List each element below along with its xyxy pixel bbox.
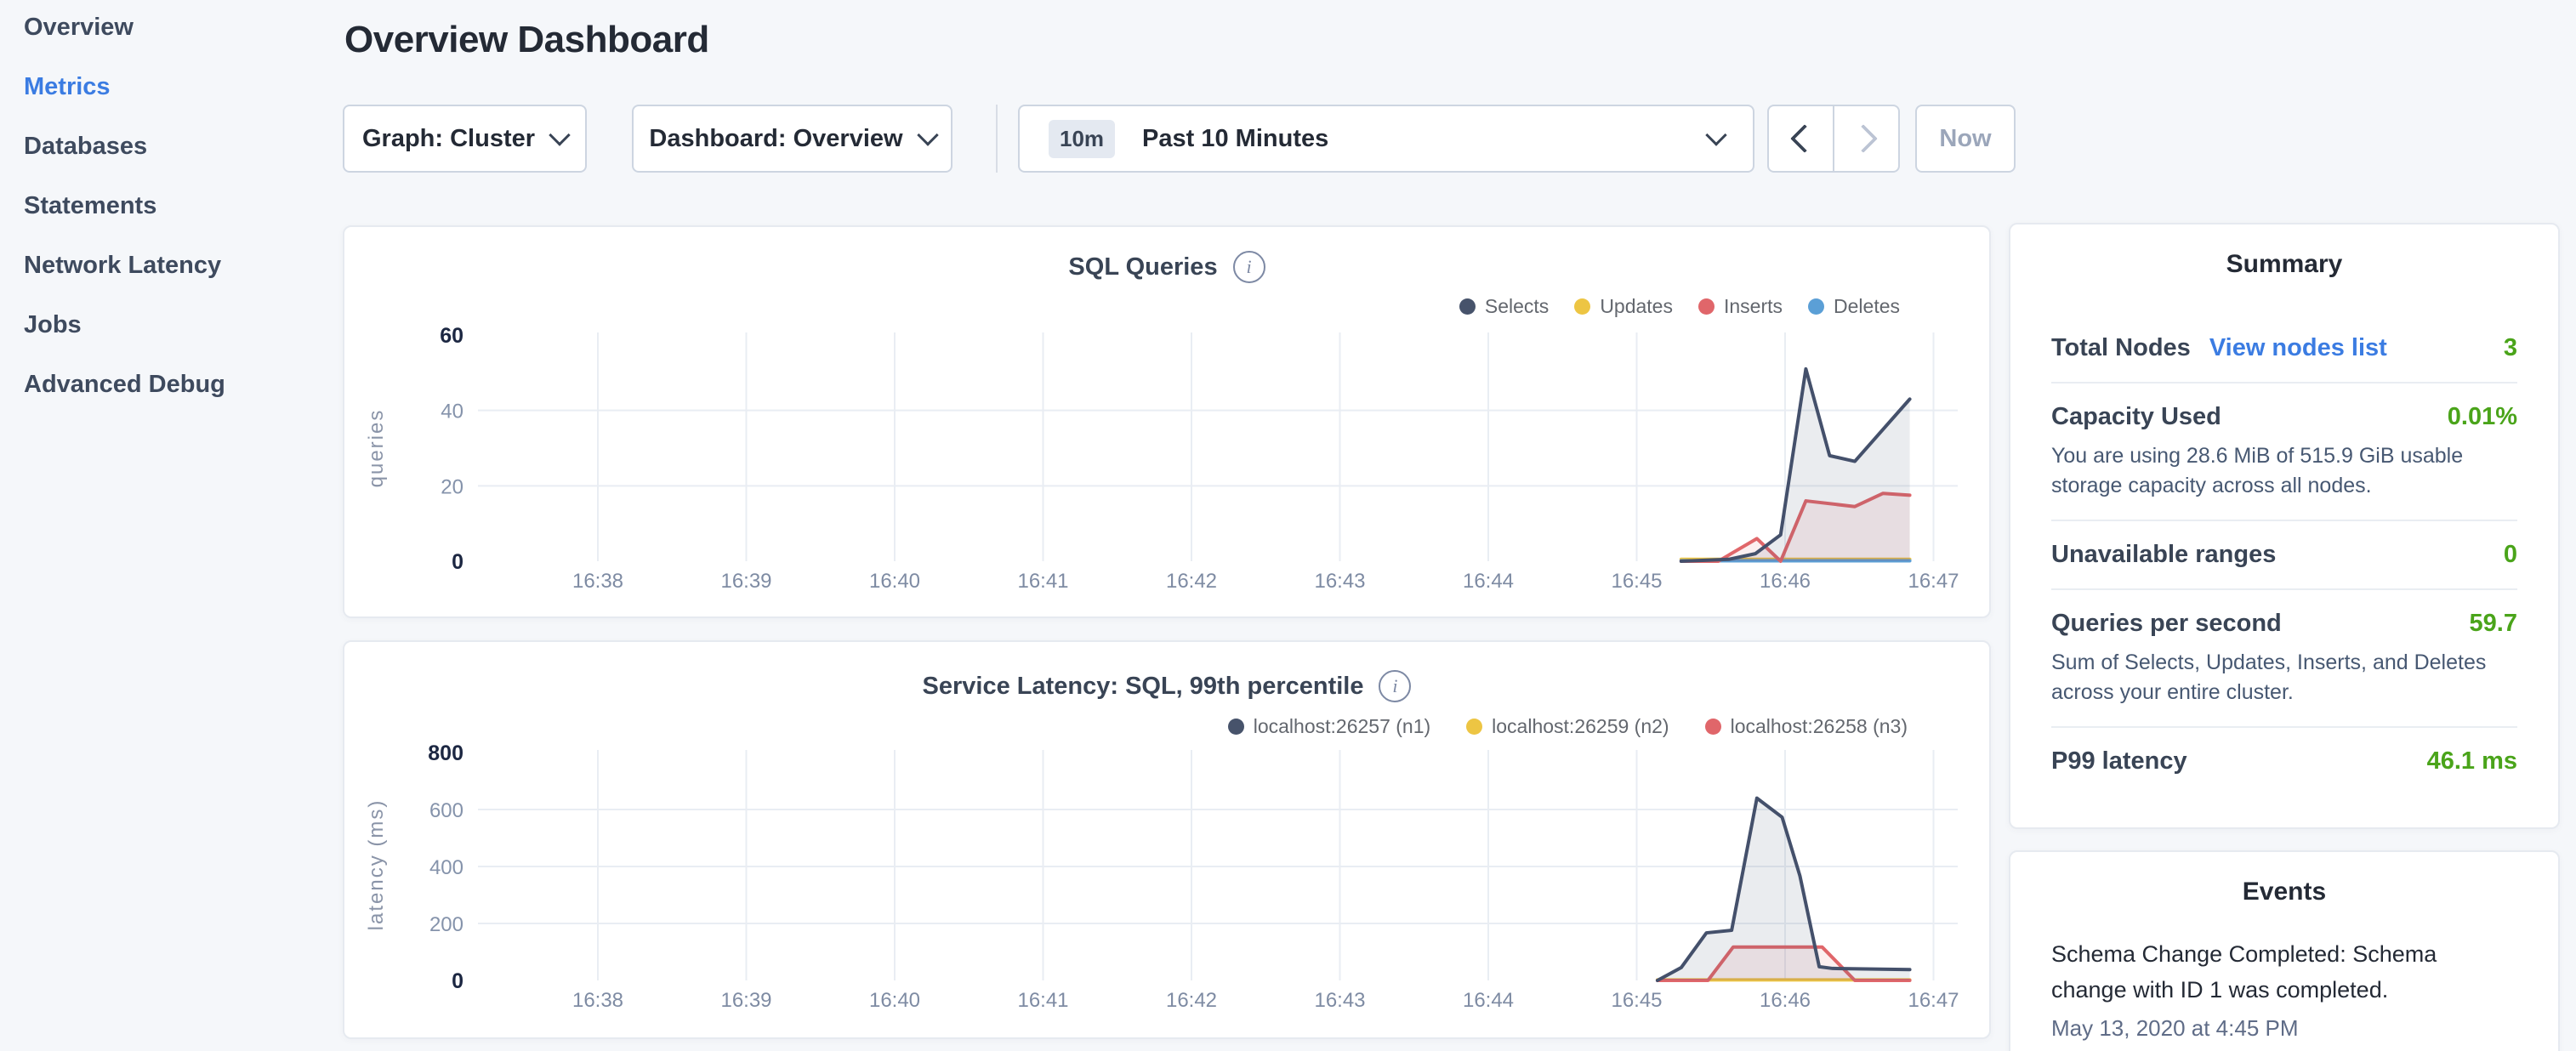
svg-text:16:39: 16:39 [720,989,771,1012]
sidebar-item-network-latency[interactable]: Network Latency [24,251,340,280]
summary-description: Sum of Selects, Updates, Inserts, and De… [2051,648,2517,707]
graph-scope-dropdown[interactable]: Graph: Cluster [343,105,587,173]
svg-text:16:46: 16:46 [1760,989,1811,1012]
time-range-label: Past 10 Minutes [1142,125,1328,153]
svg-text:queries: queries [365,409,388,488]
summary-label: Capacity Used [2051,403,2221,431]
summary-row-total-nodes: Total Nodes View nodes list 3 [2051,315,2517,383]
svg-text:40: 40 [441,401,463,423]
view-nodes-list-link[interactable]: View nodes list [2209,334,2387,362]
toolbar-divider [996,105,998,173]
summary-value: 0.01% [2448,403,2517,431]
svg-text:60: 60 [440,324,463,348]
dashboard-dropdown[interactable]: Dashboard: Overview [632,105,952,173]
sidebar-item-statements[interactable]: Statements [24,191,340,220]
summary-value: 3 [2504,334,2517,362]
event-item[interactable]: Schema Change Completed: Schema change w… [2051,937,2517,1042]
svg-text:16:42: 16:42 [1166,570,1217,593]
events-panel: Events Schema Change Completed: Schema c… [2009,850,2560,1051]
svg-text:20: 20 [441,475,463,498]
db-console-app: Overview Metrics Databases Statements Ne… [0,0,2576,1051]
sidebar-item-advanced-debug[interactable]: Advanced Debug [24,370,340,399]
graph-scope-label: Graph: Cluster [362,125,535,153]
svg-text:800: 800 [428,741,463,765]
svg-text:200: 200 [429,913,463,936]
svg-text:16:47: 16:47 [1908,989,1959,1012]
svg-text:16:45: 16:45 [1611,989,1662,1012]
svg-text:600: 600 [429,799,463,822]
summary-label: Total Nodes [2051,334,2191,362]
sidebar-item-jobs[interactable]: Jobs [24,310,340,339]
summary-value: 46.1 ms [2427,747,2517,775]
summary-value: 59.7 [2470,610,2517,638]
summary-label: Queries per second [2051,610,2282,638]
svg-text:16:43: 16:43 [1314,570,1365,593]
summary-title: Summary [2010,224,2558,279]
dashboard-label: Dashboard: Overview [649,125,902,153]
summary-row-p99-latency: P99 latency 46.1 ms [2051,728,2517,795]
svg-text:16:40: 16:40 [869,989,920,1012]
sql-queries-chart[interactable]: 16:38 16:39 16:40 16:41 16:42 16:43 16:44 16:45… [344,227,1989,616]
svg-text:16:47: 16:47 [1908,570,1959,593]
sidebar-item-overview[interactable]: Overview [24,13,340,42]
chevron-right-icon [1849,124,1878,153]
service-latency-card: Service Latency: SQL, 99th percentile i … [343,640,1991,1039]
svg-text:0: 0 [452,969,463,993]
summary-label: P99 latency [2051,747,2187,775]
chevron-down-icon [917,124,938,145]
prev-time-button[interactable] [1769,106,1833,171]
svg-text:16:38: 16:38 [572,989,623,1012]
now-button[interactable]: Now [1915,105,2016,173]
svg-text:latency (ms): latency (ms) [365,799,388,931]
svg-text:16:46: 16:46 [1760,570,1811,593]
events-title: Events [2010,852,2558,906]
sql-queries-card: SQL Queries i Selects Updates Inserts De… [343,225,1991,618]
svg-text:16:42: 16:42 [1166,989,1217,1012]
summary-value: 0 [2504,541,2517,569]
sidebar-nav: Overview Metrics Databases Statements Ne… [0,0,340,1051]
summary-label: Unavailable ranges [2051,541,2276,569]
svg-text:16:40: 16:40 [869,570,920,593]
svg-text:0: 0 [452,550,463,574]
sidebar-item-databases[interactable]: Databases [24,132,340,161]
time-pager-group [1767,105,1900,173]
svg-text:400: 400 [429,856,463,879]
svg-text:16:44: 16:44 [1463,989,1514,1012]
chevron-down-icon [549,124,570,145]
svg-text:16:39: 16:39 [720,570,771,593]
svg-text:16:45: 16:45 [1611,570,1662,593]
next-time-button[interactable] [1833,106,1898,171]
svg-text:16:43: 16:43 [1314,989,1365,1012]
summary-description: You are using 28.6 MiB of 515.9 GiB usab… [2051,441,2517,500]
summary-row-unavailable-ranges: Unavailable ranges 0 [2051,521,2517,590]
summary-row-queries-per-second: Queries per second 59.7 Sum of Selects, … [2051,590,2517,728]
svg-text:16:44: 16:44 [1463,570,1514,593]
time-range-dropdown[interactable]: 10m Past 10 Minutes [1018,105,1754,173]
summary-panel: Summary Total Nodes View nodes list 3 Ca… [2009,223,2560,829]
event-timestamp: May 13, 2020 at 4:45 PM [2051,1015,2517,1042]
svg-text:16:41: 16:41 [1017,570,1068,593]
chevron-down-icon [1705,124,1726,145]
event-text: Schema Change Completed: Schema change w… [2051,937,2517,1008]
summary-row-capacity-used: Capacity Used 0.01% You are using 28.6 M… [2051,383,2517,521]
svg-text:16:41: 16:41 [1017,989,1068,1012]
page-title: Overview Dashboard [344,19,709,61]
chevron-left-icon [1790,124,1819,153]
sidebar-item-metrics[interactable]: Metrics [24,72,340,101]
svg-text:16:38: 16:38 [572,570,623,593]
service-latency-chart[interactable]: 16:38 16:39 16:40 16:41 16:42 16:43 16:44 16:45… [344,642,1989,1037]
time-window-badge: 10m [1049,120,1115,158]
